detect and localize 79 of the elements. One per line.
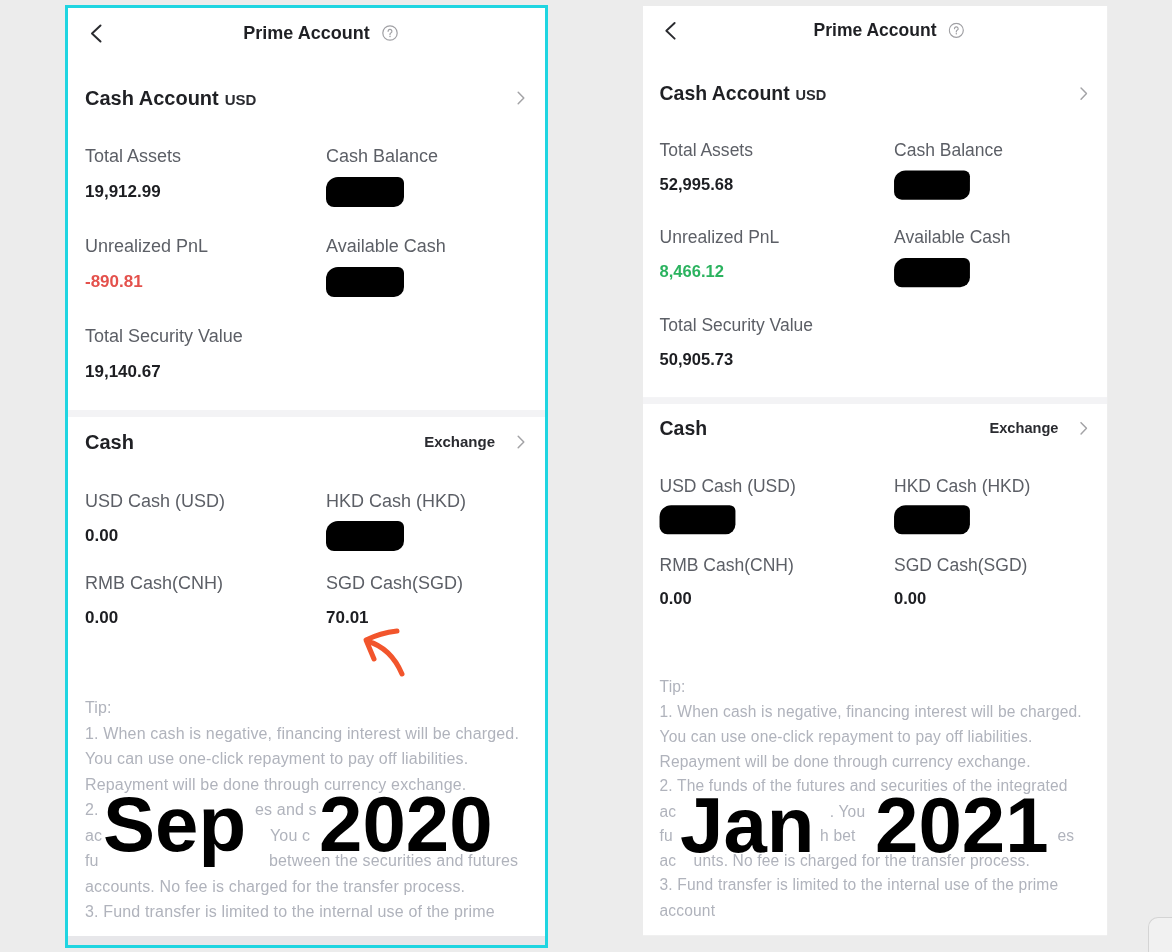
tip-text: fu — [85, 851, 99, 871]
help-icon[interactable] — [948, 22, 964, 39]
tip-text: between the securities and futures — [269, 852, 519, 871]
chevron-right-icon[interactable] — [1079, 421, 1088, 436]
tip-text: es — [1057, 826, 1075, 846]
exchange-link[interactable]: Exchange — [424, 430, 495, 454]
field-label: Cash Balance — [326, 145, 439, 167]
tip-text: es and s — [255, 800, 317, 820]
chevron-right-icon[interactable] — [517, 91, 525, 105]
field-label: USD Cash (USD) — [659, 475, 796, 497]
field-label: RMB Cash(CNH) — [659, 554, 794, 577]
tip-text: . You — [829, 801, 866, 821]
field-value: 70.01 — [326, 607, 369, 629]
tip-text: account — [659, 900, 716, 921]
field-label: Available Cash — [894, 226, 1011, 249]
field-value: 50,905.73 — [659, 349, 734, 371]
tip-text: Tip: — [659, 677, 686, 697]
tip-text: ac — [659, 801, 677, 821]
date-caption: 2020 — [319, 794, 493, 854]
field-label: Total Security Value — [85, 325, 243, 347]
field-value: 19,140.67 — [85, 361, 161, 383]
field-label: Total Assets — [659, 139, 753, 161]
field-label: Total Assets — [85, 145, 182, 167]
currency-label: USD — [224, 90, 257, 110]
tip-text: 2. The funds of the futures and securities of the integrated — [659, 776, 1068, 797]
field-value: 19,912.99 — [85, 181, 161, 203]
screen-title: Prime Account — [813, 19, 937, 42]
field-label: SGD Cash(SGD) — [326, 572, 464, 594]
chevron-right-icon[interactable] — [517, 435, 525, 449]
field-value: -890.81 — [85, 271, 143, 293]
field-label: Unrealized PnL — [659, 226, 780, 249]
tip-text: accounts. No fee is charged for the transfer process. — [85, 876, 466, 897]
date-caption: Sep — [103, 794, 247, 869]
currency-label: USD — [795, 85, 827, 106]
chevron-right-icon[interactable] — [1079, 86, 1088, 101]
tip-text: h bet — [820, 826, 856, 846]
tip-text: You can use one-click repayment to pay off liabilities. — [659, 726, 1033, 747]
field-label: USD Cash (USD) — [85, 490, 226, 512]
field-value: 0.00 — [85, 525, 119, 547]
tip-text: Repayment will be done through currency exchange. — [659, 751, 1031, 772]
field-label: Cash Balance — [894, 139, 1004, 161]
tip-text: 1. When cash is negative, financing interest will be charged. — [659, 702, 1082, 722]
field-label: RMB Cash(CNH) — [85, 572, 223, 594]
field-label: HKD Cash (HKD) — [894, 475, 1031, 497]
tip-text: You can use one-click repayment to pay off liabilities. — [85, 749, 469, 769]
section-title: Cash Account — [659, 81, 790, 107]
back-button[interactable] — [88, 21, 104, 45]
tip-text: fu — [659, 826, 673, 846]
exchange-link[interactable]: Exchange — [989, 417, 1059, 440]
chevron-left-icon — [664, 21, 677, 40]
date-caption: Jan — [680, 795, 815, 855]
tip-text: You c — [270, 825, 311, 846]
field-value: 0.00 — [659, 588, 692, 611]
back-button[interactable] — [662, 19, 679, 42]
date-caption: 2021 — [875, 795, 1049, 855]
screen-title: Prime Account — [243, 21, 370, 45]
field-label: Unrealized PnL — [85, 235, 209, 257]
tip-text: ac — [659, 851, 677, 871]
section-title: Cash Account — [85, 86, 219, 111]
help-icon[interactable] — [381, 25, 398, 41]
field-label: Total Security Value — [659, 314, 814, 336]
section-title: Cash — [659, 416, 708, 441]
field-value: 0.00 — [894, 588, 927, 611]
tip-text: 3. Fund transfer is limited to the internal use of the prime — [85, 902, 495, 922]
tip-text: 3. Fund transfer is limited to the internal use of the prime — [659, 875, 1059, 896]
field-value: 8,466.12 — [659, 261, 724, 284]
tip-text: Repayment will be done through currency exchange. — [85, 774, 467, 795]
chevron-left-icon — [90, 23, 102, 43]
field-value: 0.00 — [85, 607, 119, 629]
tip-text: 1. When cash is negative, financing interest will be charged. — [85, 723, 519, 744]
tip-text: Tip: — [85, 698, 112, 718]
tip-text: 2. — [85, 800, 99, 820]
field-value: 52,995.68 — [659, 174, 734, 196]
field-label: SGD Cash(SGD) — [894, 554, 1028, 577]
field-label: HKD Cash (HKD) — [326, 490, 467, 512]
tip-text: unts. No fee is charged for the transfer process. — [693, 852, 1031, 871]
tip-text: ac — [85, 825, 103, 846]
section-title: Cash — [85, 430, 134, 455]
field-label: Available Cash — [326, 235, 446, 257]
